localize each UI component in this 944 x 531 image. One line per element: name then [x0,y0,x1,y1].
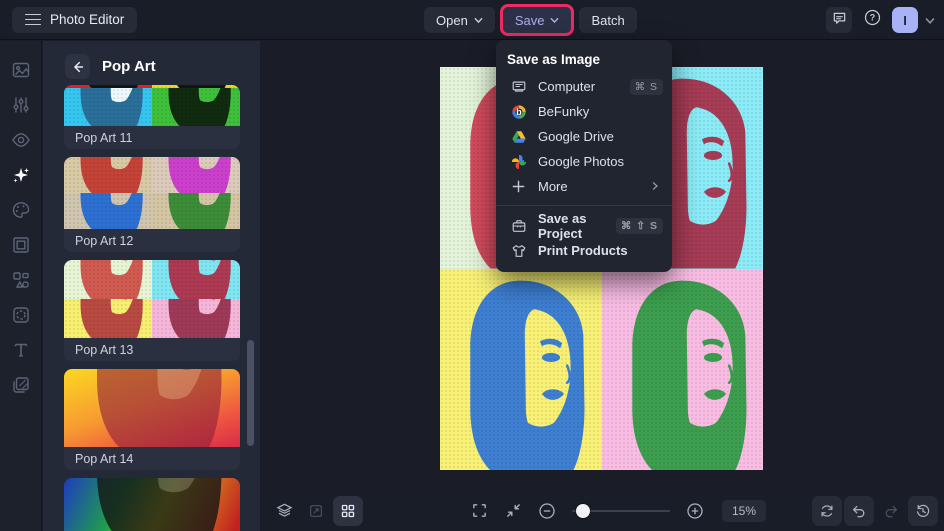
thumb-quadrant [152,299,240,338]
chevron-right-icon [651,180,663,194]
undo-button[interactable] [844,495,874,526]
artwork-quadrant-bottom-left [440,268,602,470]
thumb-quadrant [64,88,152,126]
help-button[interactable]: ? [859,7,885,33]
thumb-gradient [64,369,240,447]
save-button[interactable]: Save [499,4,575,36]
thumb-quadrant [64,299,152,338]
chevron-down-icon [474,16,483,25]
effect-thumbnail-pop-art-12[interactable]: Pop Art 12 [64,157,240,252]
sidebar-item-artsy[interactable] [10,199,32,221]
computer-icon [510,78,527,95]
layers-button[interactable] [269,496,299,526]
back-button[interactable] [65,54,90,79]
transform-button[interactable] [301,496,331,526]
menu-item-print-products[interactable]: Print Products [496,238,672,263]
thumbnail-label: Pop Art 11 [64,126,240,149]
app-title: Photo Editor [50,12,125,27]
reset-button[interactable] [812,495,842,526]
panel-scrollbar[interactable] [247,340,254,446]
fullscreen-button[interactable] [464,496,494,526]
befunky-icon: b [510,103,527,120]
shortcut-badge: ⌘ ⇧ S [615,217,663,234]
sidebar-item-touchup[interactable] [10,129,32,151]
thumb-gradient [64,478,240,531]
sidebar-item-frames[interactable] [10,234,32,256]
menu-item-more[interactable]: More [496,174,672,199]
redo-button[interactable] [876,496,906,526]
chat-icon [832,11,847,29]
tshirt-icon [510,242,527,259]
sidebar-item-text[interactable] [10,339,32,361]
save-dropdown-menu: Save as Image Computer ⌘ S b BeFunky Goo… [496,40,672,272]
top-bar: Photo Editor Open Save Batch ? I [0,0,944,40]
svg-text:?: ? [869,13,874,23]
zoom-slider[interactable] [572,503,670,518]
zoom-percent-badge[interactable]: 15% [722,499,767,522]
user-avatar[interactable]: I [892,7,918,33]
sidebar-item-adjust[interactable] [10,94,32,116]
fit-to-screen-button[interactable] [498,496,528,526]
sidebar-item-edit[interactable] [10,59,32,81]
google-photos-icon [510,153,527,170]
feedback-button[interactable] [826,7,852,33]
chevron-down-icon [550,16,559,25]
panel-title: Pop Art [102,58,156,75]
question-icon: ? [864,9,881,31]
zoom-out-button[interactable] [532,496,562,526]
account-chevron-icon[interactable] [925,16,935,25]
menu-header: Save as Image [507,52,601,67]
menu-item-computer[interactable]: Computer ⌘ S [496,74,672,99]
open-button[interactable]: Open [424,7,495,33]
menu-item-befunky[interactable]: b BeFunky [496,99,672,124]
sidebar-item-textures[interactable] [10,374,32,396]
effect-thumbnail-next[interactable] [64,478,240,531]
sidebar-item-graphics[interactable] [10,269,32,291]
zoom-slider-handle[interactable] [576,503,590,518]
sidebar-item-effects[interactable] [10,164,32,186]
thumb-quadrant [64,260,152,299]
menu-divider [496,205,672,206]
bottom-toolbar: 15% [260,490,944,531]
google-drive-icon [510,128,527,145]
effect-thumbnail-pop-art-13[interactable]: Pop Art 13 [64,260,240,361]
zoom-in-button[interactable] [680,496,710,526]
menu-item-save-as-project[interactable]: Save as Project ⌘ ⇧ S [496,211,672,241]
svg-text:b: b [516,107,522,117]
batch-button[interactable]: Batch [579,7,637,33]
thumb-quadrant [152,260,240,299]
hamburger-icon [25,13,41,26]
thumb-quadrant [152,88,240,126]
effect-thumbnail-pop-art-14[interactable]: Pop Art 14 [64,369,240,470]
effects-panel: Pop Art Pop Art 11 Pop Art 12 Pop Art 13… [43,41,260,531]
menu-item-google-drive[interactable]: Google Drive [496,124,672,149]
thumbnail-label: Pop Art 12 [64,229,240,252]
grid-view-button[interactable] [333,495,363,526]
artwork-quadrant-bottom-right [601,268,763,470]
thumb-quadrant [64,193,152,229]
plus-icon [510,178,527,195]
thumb-quadrant [64,157,152,193]
briefcase-icon [510,217,527,234]
effect-thumbnail-pop-art-11[interactable]: Pop Art 11 [64,85,240,149]
sidebar-item-overlays[interactable] [10,304,32,326]
tool-rail [0,41,42,531]
thumb-quadrant [152,193,240,229]
app-menu-button[interactable]: Photo Editor [12,6,138,33]
shortcut-badge: ⌘ S [629,78,663,95]
history-button[interactable] [908,495,938,526]
menu-item-google-photos[interactable]: Google Photos [496,149,672,174]
thumbnail-label: Pop Art 13 [64,338,240,361]
thumb-quadrant [152,157,240,193]
thumbnail-label: Pop Art 14 [64,447,240,470]
